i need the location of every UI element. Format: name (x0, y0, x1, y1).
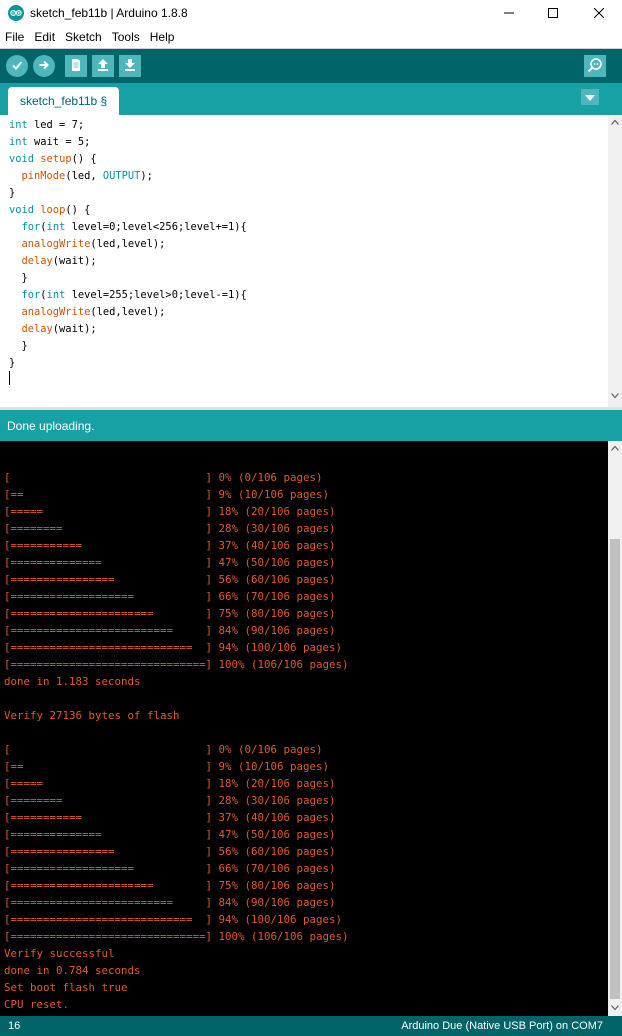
menu-edit[interactable]: Edit (29, 26, 60, 48)
arduino-logo-icon (8, 5, 24, 21)
console-line: Verify 27136 bytes of flash (4, 709, 180, 722)
console-line: done in 0.784 seconds (4, 964, 141, 977)
code-line: void setup() { (9, 153, 97, 165)
console-line: [=================== ] 66% (70/106 pages… (4, 862, 336, 875)
upload-icon (38, 59, 50, 74)
code-line: void loop() { (9, 204, 91, 216)
console-line: [========================= ] 84% (90/106… (4, 624, 336, 637)
console-line: [============================ ] 94% (100… (4, 641, 343, 654)
console-line: done in 1.183 seconds (4, 675, 141, 688)
console-line: [======== ] 28% (30/106 pages) (4, 794, 336, 807)
tab-sketch[interactable]: sketch_feb11b § (8, 87, 120, 115)
console-line: [============== ] 47% (50/106 pages) (4, 828, 336, 841)
new-icon (70, 58, 82, 75)
menu-file[interactable]: File (0, 26, 29, 48)
line-number: 16 (8, 1020, 21, 1032)
console-line: [============== ] 47% (50/106 pages) (4, 556, 336, 569)
board-port-info: Arduino Due (Native USB Port) on COM7 (401, 1020, 603, 1032)
code-line: for(int level=255;level>0;level-=1){ (21, 289, 247, 301)
console-line: [ ] 0% (0/106 pages) (4, 743, 323, 756)
text-caret (9, 371, 10, 385)
verify-button[interactable] (6, 55, 28, 77)
code-line: int led = 7; (9, 119, 85, 131)
upload-button[interactable] (33, 55, 55, 77)
code-line: delay(wait); (21, 323, 97, 335)
console-line: [===== ] 18% (20/106 pages) (4, 505, 336, 518)
menu-bar: File Edit Sketch Tools Help (0, 26, 622, 48)
code-line: delay(wait); (21, 255, 97, 267)
code-line: } (9, 357, 16, 369)
window-title: sketch_feb11b | Arduino 1.8.8 (30, 6, 188, 20)
code-line: } (9, 340, 28, 352)
console-line: [============================ ] 94% (100… (4, 913, 343, 926)
console-partial-line: ━━━━━━━━━━━━━━━━━━━━━━━━━━━━━━━━ (4, 441, 212, 446)
code-line: } (9, 272, 28, 284)
open-button[interactable] (92, 55, 114, 77)
console-output[interactable]: ━━━━━━━━━━━━━━━━━━━━━━━━━━━━━━━━ [ ] 0% … (0, 441, 608, 1016)
scroll-down-icon[interactable] (611, 1005, 619, 1011)
code-line: for(int level=0;level<256;level+=1){ (21, 221, 247, 233)
console-scroll-thumb[interactable] (610, 539, 620, 999)
maximize-button[interactable] (530, 0, 576, 26)
console-line: [==============================] 100% (1… (4, 930, 349, 943)
code-line: int wait = 5; (9, 136, 91, 148)
console-line: [======== ] 28% (30/106 pages) (4, 522, 336, 535)
scroll-down-icon[interactable] (611, 393, 619, 399)
console-line: [=========== ] 37% (40/106 pages) (4, 539, 336, 552)
serial-monitor-button[interactable] (584, 55, 606, 77)
console-line: [== ] 9% (10/106 pages) (4, 760, 330, 773)
code-line: analogWrite(led,level); (21, 306, 166, 318)
console-line: [====================== ] 75% (80/106 pa… (4, 879, 336, 892)
console-line: CPU reset. (4, 998, 70, 1011)
console-line: [==============================] 100% (1… (4, 658, 349, 671)
tab-menu-button[interactable] (581, 89, 599, 105)
console-line: [====================== ] 75% (80/106 pa… (4, 607, 336, 620)
minimize-button[interactable] (486, 0, 532, 26)
menu-help[interactable]: Help (145, 26, 180, 48)
title-bar: sketch_feb11b | Arduino 1.8.8 (0, 0, 622, 26)
save-icon (123, 58, 137, 75)
open-icon (96, 58, 110, 75)
console-line: [================ ] 56% (60/106 pages) (4, 573, 336, 586)
console-line: Set boot flash true (4, 981, 128, 994)
console-line: [== ] 9% (10/106 pages) (4, 488, 330, 501)
code-line: analogWrite(led,level); (21, 238, 166, 250)
scroll-up-icon[interactable] (611, 119, 619, 125)
console-scrollbar[interactable] (608, 441, 622, 1016)
chevron-down-icon (585, 90, 595, 104)
tab-strip: sketch_feb11b § (0, 83, 622, 115)
save-button[interactable] (119, 55, 141, 77)
serial-monitor-icon (587, 57, 603, 76)
bottom-status-bar: 16 Arduino Due (Native USB Port) on COM7 (0, 1016, 622, 1036)
status-message: Done uploading. (7, 419, 95, 433)
code-line: } (9, 187, 16, 199)
console-line: [=========== ] 37% (40/106 pages) (4, 811, 336, 824)
console-line: [=================== ] 66% (70/106 pages… (4, 590, 336, 603)
console-line: [ ] 0% (0/106 pages) (4, 471, 323, 484)
editor-scrollbar[interactable] (608, 115, 622, 407)
menu-sketch[interactable]: Sketch (60, 26, 107, 48)
code-line: pinMode(led, OUTPUT); (21, 170, 153, 182)
status-bar: Done uploading. (0, 410, 622, 441)
console-line: [===== ] 18% (20/106 pages) (4, 777, 336, 790)
scroll-up-icon[interactable] (611, 445, 619, 451)
verify-icon (11, 59, 23, 74)
new-button[interactable] (65, 55, 87, 77)
console-line: [========================= ] 84% (90/106… (4, 896, 336, 909)
console-line: Verify successful (4, 947, 115, 960)
code-editor[interactable]: int led = 7; int wait = 5; void setup() … (0, 115, 608, 407)
menu-tools[interactable]: Tools (107, 26, 145, 48)
console-line: [================ ] 56% (60/106 pages) (4, 845, 336, 858)
toolbar (0, 49, 622, 83)
close-button[interactable] (576, 0, 622, 26)
